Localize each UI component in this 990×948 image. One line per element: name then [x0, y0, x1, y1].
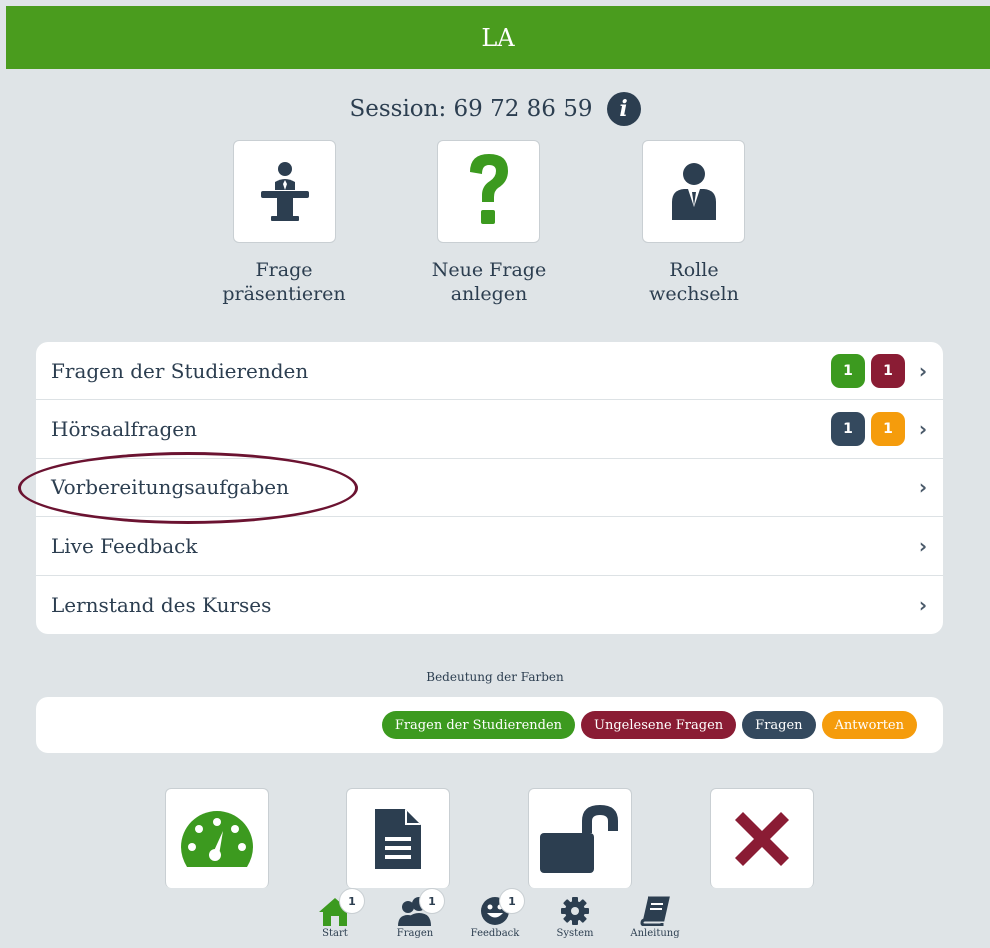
app-header: LA: [6, 6, 990, 69]
close-x-icon: [735, 811, 789, 866]
unlock-button[interactable]: [528, 788, 632, 888]
document-button[interactable]: [346, 788, 450, 888]
questions-badge: 1: [831, 412, 865, 447]
book-icon: [640, 896, 670, 926]
menu-item-label: Fragen der Studierenden: [51, 358, 309, 383]
tab-label: Feedback: [470, 928, 520, 939]
unread-badge: 1: [871, 353, 905, 388]
menu-item-student-questions[interactable]: Fragen der Studierenden 1 1 ›: [36, 342, 943, 401]
session-bar: Session: 69 72 86 59 i: [0, 92, 990, 126]
menu-item-label: Hörsaalfragen: [51, 417, 197, 442]
menu-item-live-feedback[interactable]: Live Feedback ›: [36, 517, 943, 576]
count-badge: 1: [831, 353, 865, 388]
tab-label: System: [556, 928, 594, 939]
present-question-label: Frage präsentieren: [222, 259, 346, 305]
notification-badge: 1: [339, 888, 365, 914]
legend-pill-questions: Fragen: [742, 711, 816, 739]
switch-role-button[interactable]: [642, 140, 745, 243]
menu-item-label: Lernstand des Kurses: [51, 592, 272, 617]
switch-role-label: Rolle wechseln: [649, 259, 739, 305]
tab-label: Start: [322, 928, 348, 939]
menu-item-label: Vorbereitungsaufgaben: [51, 475, 289, 500]
answers-badge: 1: [871, 412, 905, 447]
user-suit-icon: [671, 162, 716, 220]
tab-system[interactable]: System: [551, 888, 599, 948]
course-menu-list: Fragen der Studierenden 1 1 › Hörsaalfra…: [36, 342, 943, 634]
menu-item-lecture-hall-questions[interactable]: Hörsaalfragen 1 1 ›: [36, 400, 943, 459]
tab-manual[interactable]: Anleitung: [630, 888, 680, 948]
color-legend: Fragen der Studierenden Ungelesene Frage…: [36, 697, 943, 753]
legend-title: Bedeutung der Farben: [426, 670, 564, 684]
tab-start[interactable]: Start 1: [311, 888, 365, 948]
legend-pill-answers: Antworten: [821, 711, 917, 739]
tab-label: Fragen: [396, 928, 434, 939]
menu-item-label: Live Feedback: [51, 533, 198, 558]
legend-pill-unread: Ungelesene Fragen: [581, 711, 737, 739]
chevron-right-icon: ›: [918, 592, 928, 617]
chevron-right-icon: ›: [918, 475, 928, 500]
lectern-presenter-icon: [260, 161, 309, 221]
question-mark-icon: [469, 153, 508, 224]
speedometer-icon: [181, 810, 253, 867]
menu-item-preparation-tasks[interactable]: Vorbereitungsaufgaben ›: [36, 459, 943, 518]
tab-label: Anleitung: [630, 928, 680, 939]
present-question-button[interactable]: [233, 140, 336, 243]
speedometer-button[interactable]: [165, 788, 269, 888]
new-question-label: Neue Frage anlegen: [431, 259, 547, 305]
chevron-right-icon: ›: [918, 533, 928, 558]
close-session-button[interactable]: [710, 788, 814, 888]
bottom-tab-bar: Start 1 Fragen 1 Feedback 1 System Anlei…: [0, 888, 990, 948]
gear-icon: [561, 897, 589, 925]
tab-questions[interactable]: Fragen 1: [391, 888, 445, 948]
new-question-button[interactable]: [437, 140, 540, 243]
info-icon[interactable]: i: [606, 92, 641, 126]
notification-badge: 1: [499, 888, 525, 914]
tab-feedback[interactable]: Feedback 1: [470, 888, 525, 948]
app-title: LA: [481, 23, 515, 52]
chevron-right-icon: ›: [918, 417, 928, 442]
document-icon: [375, 808, 421, 869]
chevron-right-icon: ›: [918, 358, 928, 383]
session-id: Session: 69 72 86 59: [349, 96, 593, 122]
unlock-icon: [540, 804, 618, 873]
notification-badge: 1: [419, 888, 445, 914]
menu-item-course-progress[interactable]: Lernstand des Kurses ›: [36, 576, 943, 634]
legend-pill-student-questions: Fragen der Studierenden: [381, 711, 576, 739]
